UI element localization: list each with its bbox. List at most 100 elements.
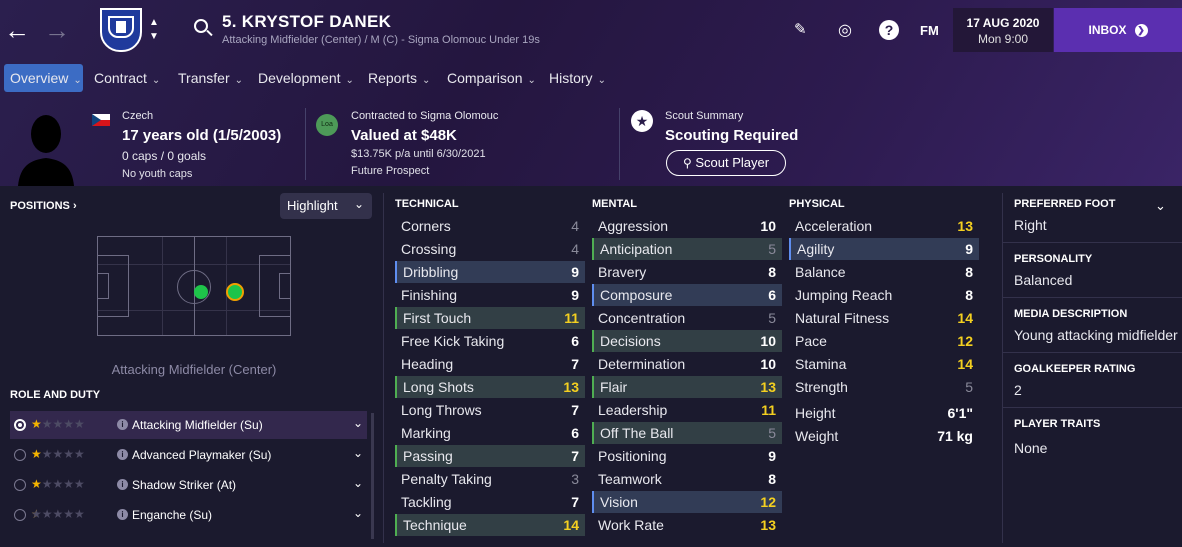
chevron-down-icon[interactable]: ⌄ xyxy=(353,446,363,460)
attribute-row[interactable]: Penalty Taking 3 xyxy=(395,468,585,490)
physical-title: PHYSICAL xyxy=(789,198,845,210)
attribute-row[interactable]: Anticipation 5 xyxy=(592,238,782,260)
attribute-row[interactable]: Heading 7 xyxy=(395,353,585,375)
chevron-down-icon[interactable]: ⌄ xyxy=(1155,198,1166,214)
attribute-row[interactable]: Flair 13 xyxy=(592,376,782,398)
date-display[interactable]: 17 AUG 2020 Mon 9:00 xyxy=(953,8,1053,52)
attribute-name: First Touch xyxy=(403,310,472,326)
position-dot-cm[interactable] xyxy=(194,285,208,299)
chevron-down-icon[interactable]: ⌄ xyxy=(353,506,363,520)
info-icon[interactable]: i xyxy=(117,479,128,490)
attribute-value: 5 xyxy=(768,425,776,441)
role-row[interactable]: ★★★★★ i Advanced Playmaker (Su) ⌄ xyxy=(10,441,367,469)
tab-reports[interactable]: Reports ⌄ xyxy=(368,64,430,92)
attribute-row[interactable]: Crossing 4 xyxy=(395,238,585,260)
role-row[interactable]: ★★★★★ i Attacking Midfielder (Su) ⌄ xyxy=(10,411,367,439)
attribute-row[interactable]: Natural Fitness 14 xyxy=(789,307,979,329)
chevron-down-icon[interactable]: ⌄ xyxy=(353,416,363,430)
attribute-row[interactable]: Jumping Reach 8 xyxy=(789,284,979,306)
fm-logo[interactable]: FM xyxy=(920,23,939,38)
attribute-row[interactable]: Decisions 10 xyxy=(592,330,782,352)
attribute-row[interactable]: Tackling 7 xyxy=(395,491,585,513)
attribute-name: Free Kick Taking xyxy=(401,333,505,349)
tab-development[interactable]: Development ⌄ xyxy=(258,64,354,92)
attribute-row[interactable]: Concentration 5 xyxy=(592,307,782,329)
attribute-value: 6 xyxy=(571,333,579,349)
attribute-value: 5 xyxy=(768,310,776,326)
attribute-row[interactable]: Finishing 9 xyxy=(395,284,585,306)
attribute-row[interactable]: Free Kick Taking 6 xyxy=(395,330,585,352)
pencil-icon[interactable]: ✎ xyxy=(794,20,807,38)
chevron-down-icon[interactable]: ⌄ xyxy=(353,476,363,490)
attribute-name: Long Throws xyxy=(401,402,482,418)
attribute-row[interactable]: Dribbling 9 xyxy=(395,261,585,283)
tab-comparison[interactable]: Comparison ⌄ xyxy=(447,64,536,92)
role-row[interactable]: ★★★★★★ i Enganche (Su) ⌄ xyxy=(10,501,367,529)
attribute-value: 4 xyxy=(571,241,579,257)
attribute-name: Teamwork xyxy=(598,471,662,487)
role-row[interactable]: ★★★★★ i Shadow Striker (At) ⌄ xyxy=(10,471,367,499)
help-icon[interactable]: ? xyxy=(879,20,899,40)
attribute-row[interactable]: Bravery 8 xyxy=(592,261,782,283)
player-wage: $13.75K p/a until 6/30/2021 xyxy=(351,148,486,160)
attribute-row[interactable]: Long Throws 7 xyxy=(395,399,585,421)
attribute-row[interactable]: Work Rate 13 xyxy=(592,514,782,536)
roles-scrollbar[interactable] xyxy=(371,413,374,539)
attribute-row[interactable]: Positioning 9 xyxy=(592,445,782,467)
attribute-value: 11 xyxy=(761,402,776,418)
tab-contract[interactable]: Contract ⌄ xyxy=(94,64,160,92)
star-icon: ★ xyxy=(631,110,653,132)
role-radio[interactable] xyxy=(14,449,26,461)
highlight-dropdown[interactable]: Highlight ⌄ xyxy=(280,193,372,219)
attribute-row[interactable]: Teamwork 8 xyxy=(592,468,782,490)
attribute-row[interactable]: Balance 8 xyxy=(789,261,979,283)
attribute-row[interactable]: Marking 6 xyxy=(395,422,585,444)
role-name: Advanced Playmaker (Su) xyxy=(132,448,272,462)
attribute-row[interactable]: Agility 9 xyxy=(789,238,979,260)
info-icon[interactable]: i xyxy=(117,509,128,520)
player-silhouette-icon xyxy=(18,115,74,186)
attribute-row[interactable]: Vision 12 xyxy=(592,491,782,513)
attribute-row[interactable]: Strength 5 xyxy=(789,376,979,398)
role-radio[interactable] xyxy=(14,419,26,431)
attribute-row[interactable]: Determination 10 xyxy=(592,353,782,375)
attribute-row[interactable]: Aggression 10 xyxy=(592,215,782,237)
positions-title[interactable]: POSITIONS › xyxy=(10,200,77,212)
inbox-button[interactable]: INBOX ❯ xyxy=(1054,8,1182,52)
tab-label: Comparison xyxy=(447,70,523,86)
attribute-row[interactable]: Passing 7 xyxy=(395,445,585,467)
mental-title: MENTAL xyxy=(592,198,638,210)
info-icon[interactable]: i xyxy=(117,419,128,430)
attribute-name: Penalty Taking xyxy=(401,471,492,487)
role-radio[interactable] xyxy=(14,479,26,491)
attribute-row[interactable]: Composure 6 xyxy=(592,284,782,306)
attribute-row[interactable]: Leadership 11 xyxy=(592,399,782,421)
tab-transfer[interactable]: Transfer ⌄ xyxy=(178,64,243,92)
preferred-foot-value: Right xyxy=(1014,217,1047,233)
attribute-row[interactable]: Corners 4 xyxy=(395,215,585,237)
tab-history[interactable]: History ⌄ xyxy=(549,64,606,92)
info-icon[interactable]: i xyxy=(117,449,128,460)
attribute-row[interactable]: Acceleration 13 xyxy=(789,215,979,237)
attribute-name: Corners xyxy=(401,218,451,234)
attribute-row[interactable]: First Touch 11 xyxy=(395,307,585,329)
up-down-chevron-icon[interactable]: ▲ ▼ xyxy=(149,16,159,44)
attribute-row[interactable]: Technique 14 xyxy=(395,514,585,536)
forward-arrow-icon[interactable]: → xyxy=(44,17,70,43)
attribute-row[interactable]: Stamina 14 xyxy=(789,353,979,375)
globe-icon[interactable]: ◎ xyxy=(838,20,852,40)
attribute-row[interactable]: Pace 12 xyxy=(789,330,979,352)
scout-player-button[interactable]: ⚲ Scout Player xyxy=(666,150,786,176)
position-dot-amc[interactable] xyxy=(226,283,244,301)
attribute-name: Off The Ball xyxy=(600,425,674,441)
search-icon[interactable] xyxy=(194,19,208,33)
attribute-row[interactable]: Off The Ball 5 xyxy=(592,422,782,444)
tab-label: History xyxy=(549,70,593,86)
attribute-name: Positioning xyxy=(598,448,667,464)
tab-overview[interactable]: Overview ⌄ xyxy=(4,64,83,92)
attribute-value: 13 xyxy=(957,218,973,234)
attribute-row[interactable]: Long Shots 13 xyxy=(395,376,585,398)
back-arrow-icon[interactable]: ← xyxy=(4,17,30,43)
club-crest-icon[interactable] xyxy=(100,8,142,52)
role-radio[interactable] xyxy=(14,509,26,521)
